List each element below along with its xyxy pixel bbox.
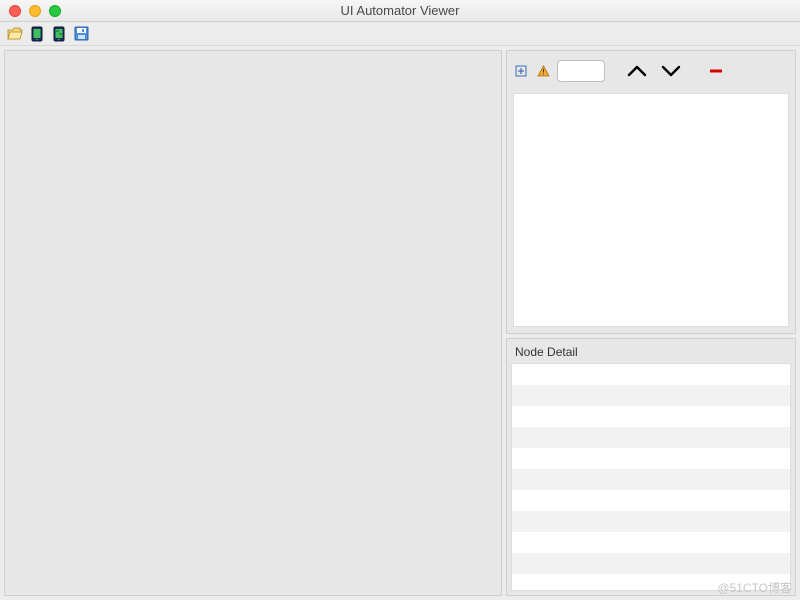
search-input[interactable] [557, 60, 605, 82]
main-area: Node Detail [0, 46, 800, 600]
table-row [512, 490, 790, 511]
toolbar [0, 22, 800, 46]
node-detail-title: Node Detail [511, 343, 791, 363]
traffic-lights [0, 5, 61, 17]
window-titlebar: UI Automator Viewer [0, 0, 800, 22]
table-row [512, 553, 790, 574]
hierarchy-panel [506, 50, 796, 334]
table-row [512, 427, 790, 448]
right-column: Node Detail [506, 50, 796, 596]
screenshot-pane[interactable] [4, 50, 502, 596]
device-screenshot-compressed-icon[interactable] [50, 25, 68, 43]
prev-match-button[interactable] [623, 61, 651, 81]
minimize-window-button[interactable] [29, 5, 41, 17]
open-folder-icon[interactable] [6, 25, 24, 43]
node-detail-panel: Node Detail [506, 338, 796, 596]
table-row [512, 511, 790, 532]
zoom-window-button[interactable] [49, 5, 61, 17]
table-row [512, 364, 790, 385]
table-row [512, 448, 790, 469]
table-row [512, 532, 790, 553]
expand-all-icon[interactable] [513, 63, 529, 79]
table-row [512, 406, 790, 427]
clear-search-button[interactable] [707, 64, 725, 78]
toggle-naf-icon[interactable] [535, 63, 551, 79]
hierarchy-tree[interactable] [513, 93, 789, 327]
hierarchy-controls [513, 57, 789, 85]
node-detail-table[interactable] [511, 363, 791, 591]
save-icon[interactable] [72, 25, 90, 43]
table-row [512, 469, 790, 490]
window-title: UI Automator Viewer [0, 3, 800, 18]
close-window-button[interactable] [9, 5, 21, 17]
device-screenshot-icon[interactable] [28, 25, 46, 43]
table-row [512, 385, 790, 406]
next-match-button[interactable] [657, 61, 685, 81]
